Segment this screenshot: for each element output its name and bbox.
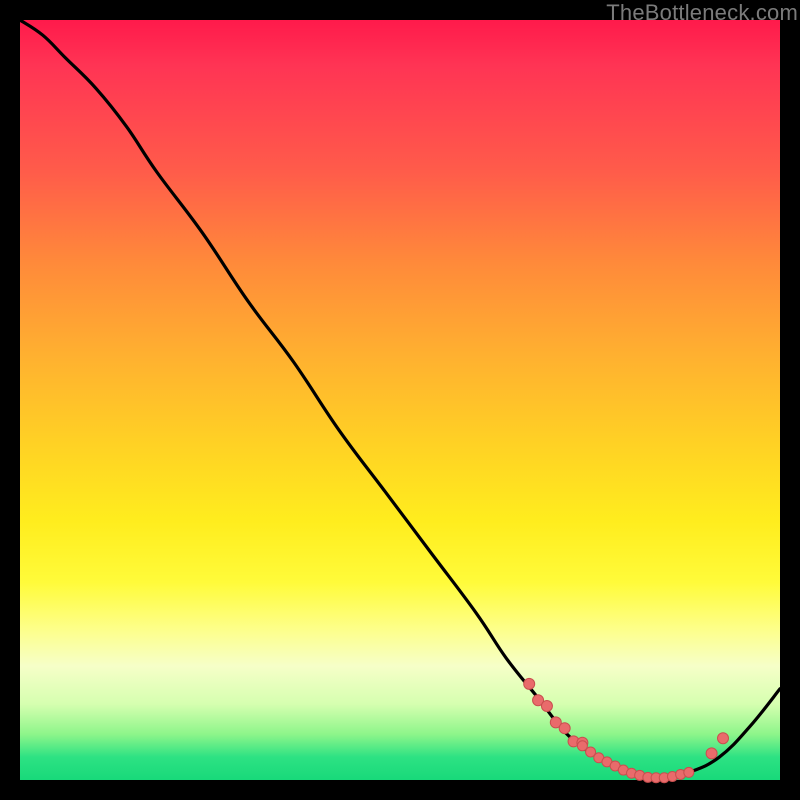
marker-dot (684, 767, 694, 777)
bottleneck-curve (20, 20, 780, 780)
marker-dot (718, 733, 729, 744)
chart-overlay (20, 20, 780, 780)
marker-dot (559, 723, 570, 734)
marker-dot (541, 701, 552, 712)
plot-area (20, 20, 780, 780)
marker-group (524, 678, 729, 782)
marker-dot (706, 748, 717, 759)
marker-dot (524, 678, 535, 689)
chart-stage: TheBottleneck.com (0, 0, 800, 800)
